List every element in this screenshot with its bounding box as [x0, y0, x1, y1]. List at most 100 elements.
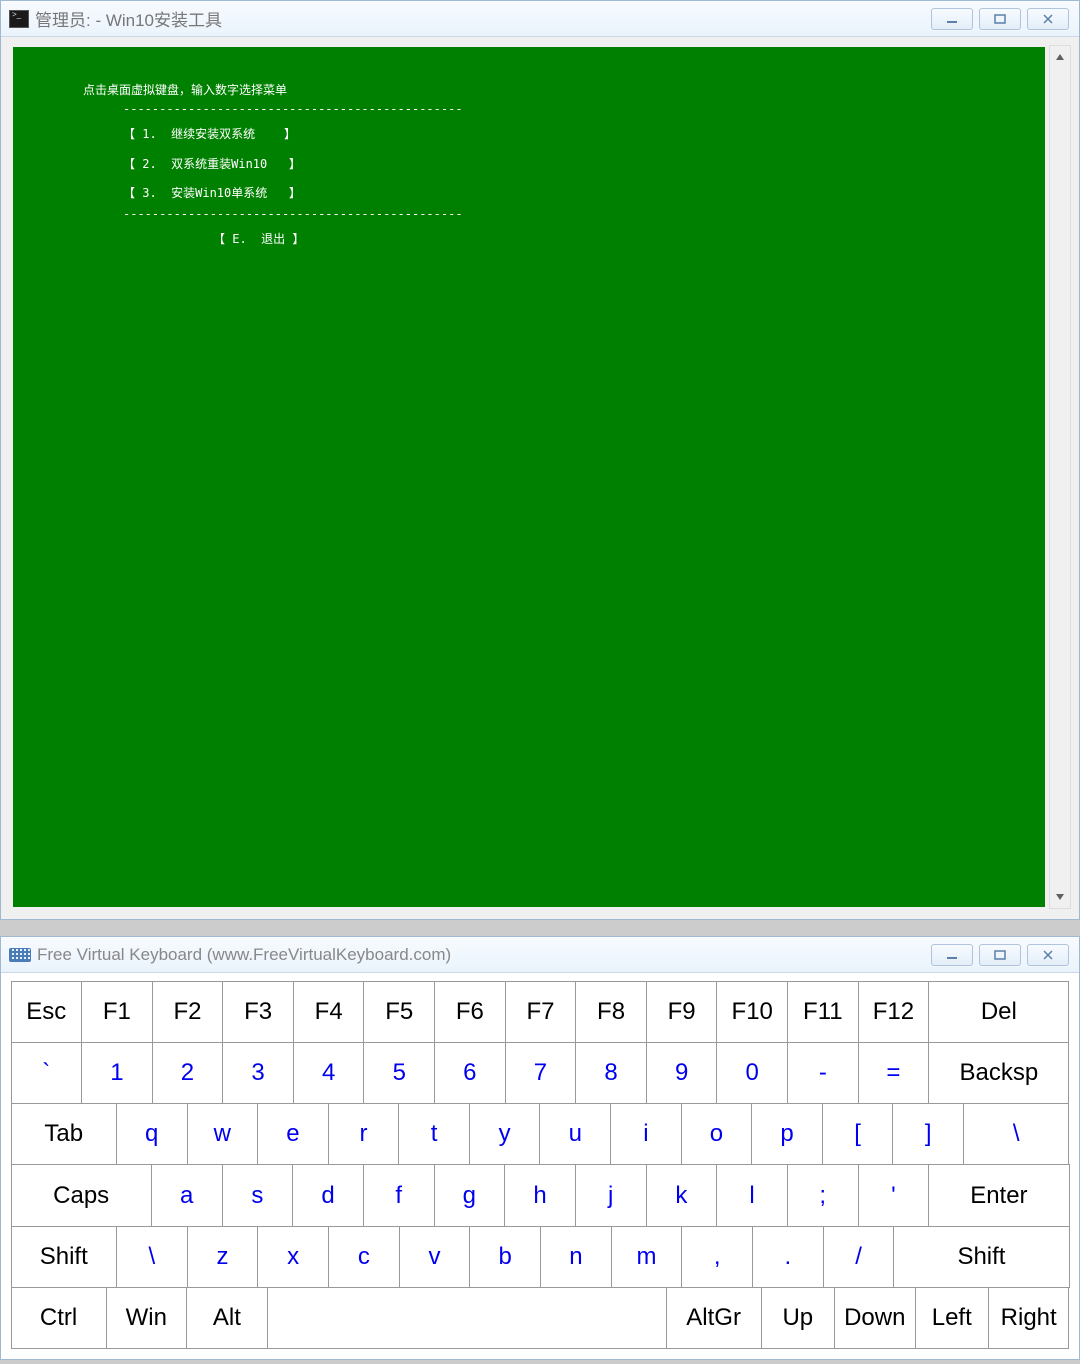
key-shift[interactable]: Shift	[11, 1226, 118, 1288]
key-7[interactable]: 7	[505, 1042, 577, 1104]
key-v[interactable]: v	[399, 1226, 471, 1288]
key-a[interactable]: a	[151, 1164, 223, 1226]
console-window: 管理员: - Win10安装工具 点击桌面虚拟键盘，输入数字选择菜单 -----…	[0, 0, 1080, 920]
key-x[interactable]: x	[257, 1226, 329, 1288]
key-m[interactable]: m	[611, 1226, 683, 1288]
kbd-maximize-button[interactable]	[979, 944, 1021, 966]
key-d[interactable]: d	[292, 1164, 364, 1226]
key-space[interactable]: =	[858, 1042, 930, 1104]
key-win[interactable]: Win	[106, 1287, 188, 1349]
key-space[interactable]: `	[11, 1042, 83, 1104]
key-2[interactable]: 2	[152, 1042, 224, 1104]
key-f12[interactable]: F12	[858, 981, 930, 1043]
close-button[interactable]	[1027, 8, 1069, 30]
key-8[interactable]: 8	[575, 1042, 647, 1104]
key-space[interactable]: \	[116, 1226, 188, 1288]
key-j[interactable]: j	[575, 1164, 647, 1226]
key-up[interactable]: Up	[761, 1287, 835, 1349]
key-q[interactable]: q	[116, 1103, 188, 1165]
key-l[interactable]: l	[716, 1164, 788, 1226]
key-ctrl[interactable]: Ctrl	[11, 1287, 107, 1349]
keyboard-icon	[9, 948, 31, 962]
key-c[interactable]: c	[328, 1226, 400, 1288]
key-shift[interactable]: Shift	[893, 1226, 1069, 1288]
key-space[interactable]: /	[823, 1226, 895, 1288]
key-1[interactable]: 1	[81, 1042, 153, 1104]
minimize-button[interactable]	[931, 8, 973, 30]
key-backsp[interactable]: Backsp	[928, 1042, 1069, 1104]
key-f10[interactable]: F10	[716, 981, 788, 1043]
key-f7[interactable]: F7	[505, 981, 577, 1043]
key-f1[interactable]: F1	[81, 981, 153, 1043]
key-9[interactable]: 9	[646, 1042, 718, 1104]
key-4[interactable]: 4	[293, 1042, 365, 1104]
keyboard-body: EscF1F2F3F4F5F6F7F8F9F10F11F12Del`123456…	[11, 981, 1069, 1349]
key-g[interactable]: g	[434, 1164, 506, 1226]
key-alt[interactable]: Alt	[186, 1287, 268, 1349]
key-altgr[interactable]: AltGr	[666, 1287, 762, 1349]
key-space[interactable]: -	[787, 1042, 859, 1104]
keyboard-row: Capsasdfghjkl;'Enter	[11, 1165, 1069, 1226]
key-y[interactable]: y	[469, 1103, 541, 1165]
key-n[interactable]: n	[540, 1226, 612, 1288]
key-o[interactable]: o	[681, 1103, 753, 1165]
key-6[interactable]: 6	[434, 1042, 506, 1104]
divider-top: ----------------------------------------…	[83, 100, 975, 119]
key-left[interactable]: Left	[915, 1287, 989, 1349]
key-f4[interactable]: F4	[293, 981, 365, 1043]
key-w[interactable]: w	[187, 1103, 259, 1165]
maximize-button[interactable]	[979, 8, 1021, 30]
kbd-close-button[interactable]	[1027, 944, 1069, 966]
vertical-scrollbar[interactable]	[1049, 45, 1071, 909]
keyboard-row: EscF1F2F3F4F5F6F7F8F9F10F11F12Del	[11, 981, 1069, 1042]
key-3[interactable]: 3	[222, 1042, 294, 1104]
key-del[interactable]: Del	[928, 981, 1069, 1043]
key-esc[interactable]: Esc	[11, 981, 83, 1043]
key-s[interactable]: s	[222, 1164, 294, 1226]
keyboard-row: Shift\zxcvbnm,./Shift	[11, 1226, 1069, 1287]
scroll-up-icon[interactable]	[1050, 46, 1070, 68]
key-space[interactable]: ,	[681, 1226, 753, 1288]
menu-item-1: 【 1. 继续安装双系统 】	[83, 125, 975, 144]
scroll-down-icon[interactable]	[1050, 886, 1070, 908]
key-f6[interactable]: F6	[434, 981, 506, 1043]
menu-item-2: 【 2. 双系统重装Win10 】	[83, 155, 975, 174]
key-b[interactable]: b	[469, 1226, 541, 1288]
key-f8[interactable]: F8	[575, 981, 647, 1043]
console-prompt: 点击桌面虚拟键盘，输入数字选择菜单	[83, 81, 975, 100]
key-f5[interactable]: F5	[363, 981, 435, 1043]
key-f9[interactable]: F9	[646, 981, 718, 1043]
kbd-minimize-button[interactable]	[931, 944, 973, 966]
key-space[interactable]	[267, 1287, 667, 1349]
key-space[interactable]: [	[822, 1103, 894, 1165]
key-r[interactable]: r	[328, 1103, 400, 1165]
key-u[interactable]: u	[539, 1103, 611, 1165]
key-space[interactable]: ]	[892, 1103, 964, 1165]
key-t[interactable]: t	[398, 1103, 470, 1165]
key-caps[interactable]: Caps	[11, 1164, 152, 1226]
key-space[interactable]: .	[752, 1226, 824, 1288]
key-space[interactable]: ;	[787, 1164, 859, 1226]
key-f[interactable]: f	[363, 1164, 435, 1226]
key-right[interactable]: Right	[988, 1287, 1070, 1349]
key-f2[interactable]: F2	[152, 981, 224, 1043]
key-k[interactable]: k	[646, 1164, 718, 1226]
keyboard-titlebar[interactable]: Free Virtual Keyboard (www.FreeVirtualKe…	[1, 937, 1079, 973]
key-z[interactable]: z	[187, 1226, 259, 1288]
key-enter[interactable]: Enter	[928, 1164, 1069, 1226]
key-p[interactable]: p	[751, 1103, 823, 1165]
key-space[interactable]: '	[858, 1164, 930, 1226]
console-titlebar[interactable]: 管理员: - Win10安装工具	[1, 1, 1079, 37]
key-0[interactable]: 0	[716, 1042, 788, 1104]
key-i[interactable]: i	[610, 1103, 682, 1165]
key-h[interactable]: h	[504, 1164, 576, 1226]
key-space[interactable]: \	[963, 1103, 1069, 1165]
key-e[interactable]: e	[257, 1103, 329, 1165]
keyboard-row: CtrlWinAlt AltGrUpDownLeftRight	[11, 1288, 1069, 1349]
key-5[interactable]: 5	[363, 1042, 435, 1104]
console-body[interactable]: 点击桌面虚拟键盘，输入数字选择菜单 ----------------------…	[13, 47, 1045, 907]
key-tab[interactable]: Tab	[11, 1103, 117, 1165]
key-f11[interactable]: F11	[787, 981, 859, 1043]
key-down[interactable]: Down	[834, 1287, 916, 1349]
key-f3[interactable]: F3	[222, 981, 294, 1043]
